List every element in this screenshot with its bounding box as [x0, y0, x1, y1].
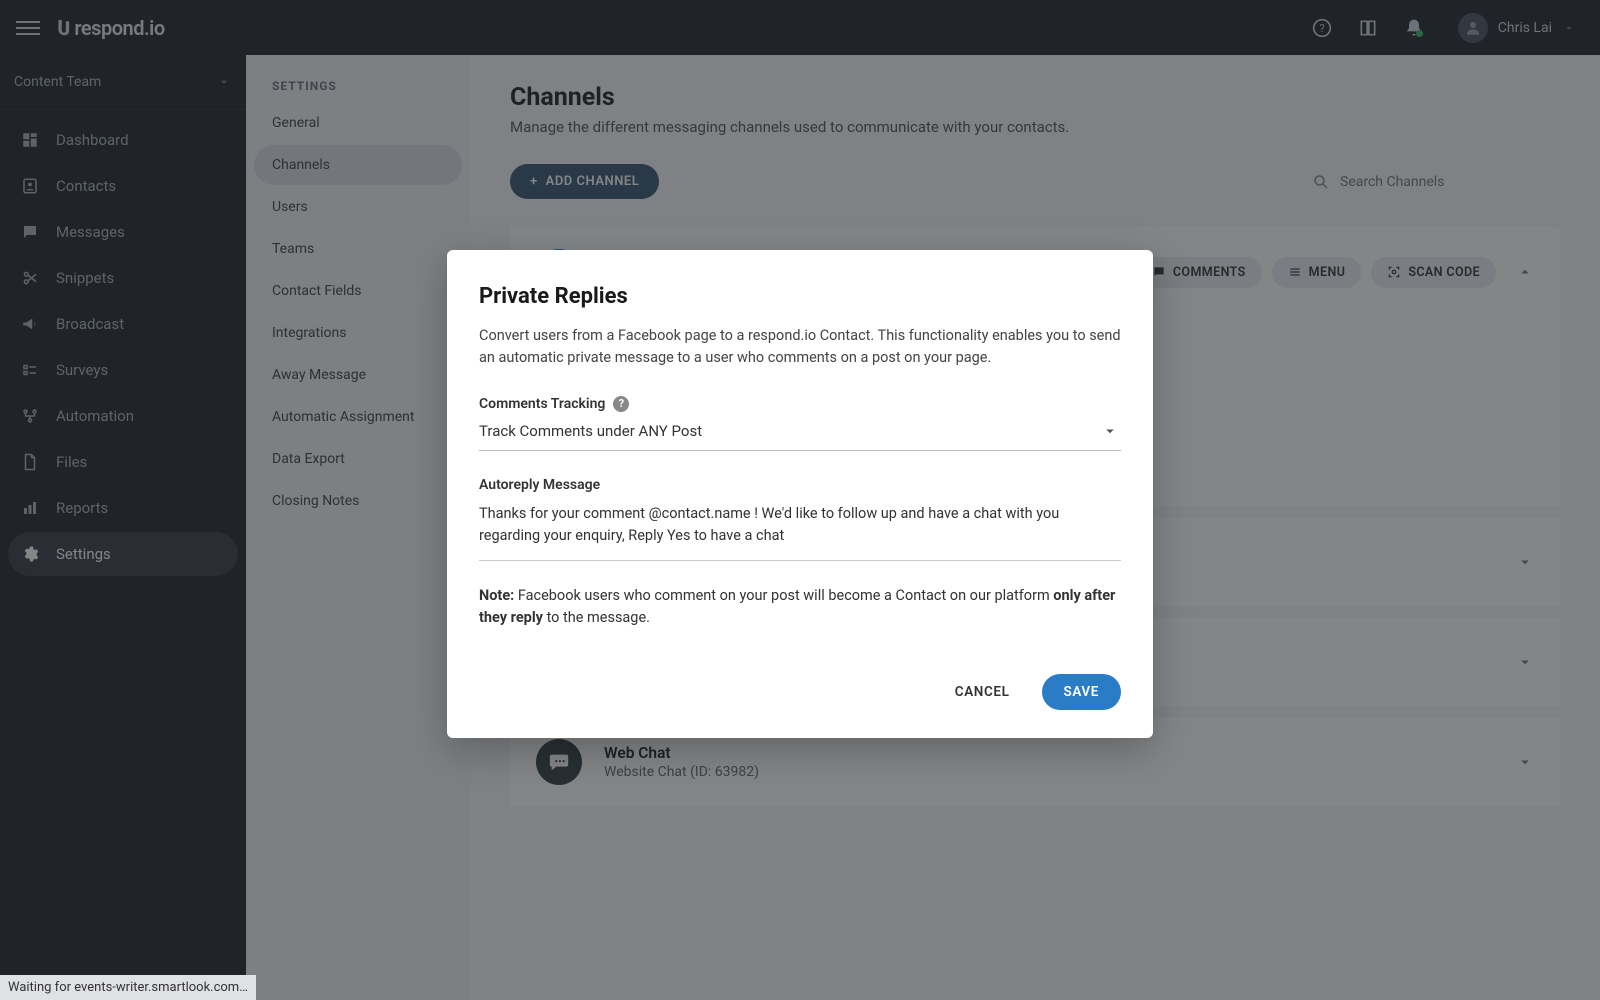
- modal-note: Note: Facebook users who comment on your…: [479, 585, 1121, 630]
- note-prefix: Note:: [479, 587, 514, 604]
- save-button[interactable]: SAVE: [1042, 674, 1122, 710]
- help-tooltip-icon[interactable]: ?: [613, 396, 629, 412]
- autoreply-message-input[interactable]: Thanks for your comment @contact.name ! …: [479, 495, 1121, 561]
- note-mid: Facebook users who comment on your post …: [514, 587, 1053, 604]
- browser-status-bar: Waiting for events-writer.smartlook.com…: [0, 975, 256, 1000]
- comments-tracking-select[interactable]: Track Comments under ANY Post: [479, 412, 1121, 451]
- autoreply-label: Autoreply Message: [479, 477, 600, 493]
- chevron-down-icon: [1101, 422, 1119, 440]
- modal-description: Convert users from a Facebook page to a …: [479, 325, 1121, 370]
- modal-title: Private Replies: [479, 284, 1121, 309]
- cancel-button[interactable]: CANCEL: [937, 674, 1028, 710]
- modal-overlay[interactable]: Private Replies Convert users from a Fac…: [0, 0, 1600, 1000]
- comments-tracking-label: Comments Tracking: [479, 396, 605, 412]
- note-suffix: to the message.: [543, 609, 650, 626]
- comments-tracking-value: Track Comments under ANY Post: [479, 422, 702, 440]
- private-replies-modal: Private Replies Convert users from a Fac…: [447, 250, 1153, 738]
